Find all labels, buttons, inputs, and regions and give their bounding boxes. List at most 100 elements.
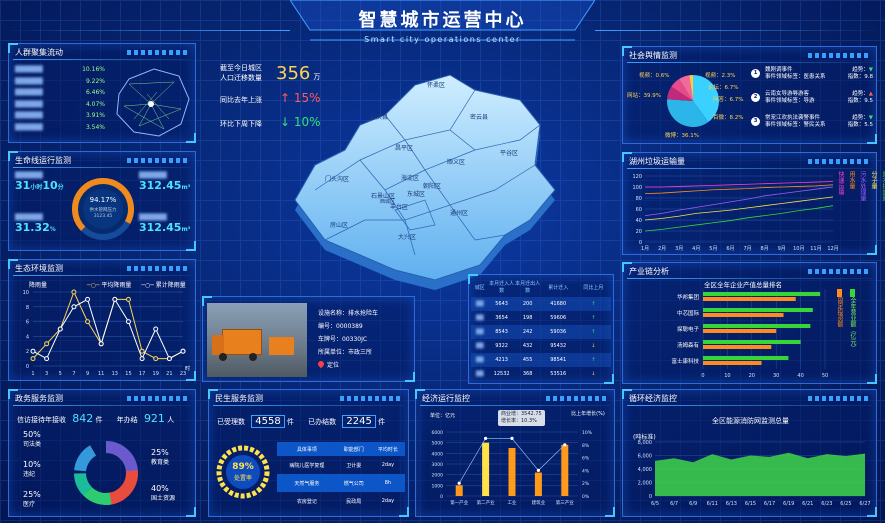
slice-label: 视频： [705, 73, 722, 79]
metric-unit: m³ [181, 226, 191, 233]
header-line-left [0, 30, 290, 31]
x-tick-label: 6/9 [689, 501, 697, 507]
list-item: ██████ 9.22% [15, 78, 105, 90]
location-pin-icon [316, 359, 326, 369]
closed-unit: 件 [378, 418, 386, 426]
list-item: ██████ 10.16% [15, 66, 105, 78]
unit-value: 市政三所 [348, 349, 373, 356]
livelihood-title: 民生服务监测 [215, 394, 263, 403]
district-label: 房山区 [330, 222, 349, 229]
x-tick-label: 6/7 [670, 501, 678, 507]
bar [482, 442, 490, 496]
event-number-badge: 1 [751, 69, 760, 78]
title-underline [13, 275, 191, 276]
opinion-panel: 社会舆情监测 视频：0.6% 视频：2.3% 论坛：6.7% 问答：6.7% 百… [622, 46, 877, 144]
column-header: 本月迁入人数 [489, 281, 515, 294]
legend-item: 用水量 [848, 171, 855, 189]
lifeline-title: 生命线运行监测 [15, 156, 71, 165]
x-tick-label: 1 [31, 371, 34, 377]
waste-legend: 快递运输 用水量 污水处理量 分子量 废水排放量 [836, 171, 885, 251]
slice-label: 网站： [627, 93, 644, 99]
district-label: 朝阳区 [423, 183, 442, 190]
table-cell: 8543 [495, 329, 508, 335]
economy-title: 经济运行监控 [422, 394, 470, 403]
y-tick-label: 汤姆森有 [677, 341, 700, 349]
x-tick-label: 30 [773, 373, 779, 379]
table-row: ██ 4213 455 98541 ↑ [471, 353, 611, 367]
trend-down-icon: ▼ [868, 67, 873, 73]
received-label: 信访接待年接收 [17, 416, 66, 424]
event-score: 指数：9.5 [847, 98, 873, 104]
event-item[interactable]: 3 常宠江欢执法袭警事件 事件领域标签：警民关系 趋势：▼ 指数：5.5 [751, 115, 875, 139]
table-row: ██ 9322 432 95432 ↓ [471, 339, 611, 353]
x-tick-label: 6/15 [745, 501, 756, 507]
y-tick-label: 华邦集团 [677, 293, 700, 301]
metric-value: 312.45 [139, 221, 182, 234]
y-tick-label: 0 [440, 494, 443, 500]
y-tick-label: 20 [636, 229, 642, 235]
crowd-flow-map [116, 68, 190, 137]
series-line [644, 184, 834, 194]
x-tick-label: 9 [86, 371, 89, 377]
y2-tick-label: 6% [582, 456, 590, 462]
table-cell: 368 [522, 371, 533, 377]
data-point [71, 304, 77, 310]
y-tick-label: 120 [632, 174, 642, 180]
y-tick-label: 富士康科技 [671, 357, 699, 365]
economy-panel: 经济运行监控 单位：亿元 比上年增长(%) 商业增：3542.75 增长率：10… [415, 389, 615, 517]
bar-investment [703, 297, 796, 301]
y-tick-label: 60 [636, 207, 642, 213]
column-header: 同比上月 [583, 284, 604, 291]
table-row: ██ 8543 242 59036 ↑ [471, 325, 611, 339]
table-cell: 9322 [495, 343, 508, 349]
y-tick-label: 4,000 [638, 467, 652, 473]
growth-point [563, 443, 567, 447]
list-item: ██████ 6.46% [15, 89, 105, 101]
y-tick-label: 2000 [432, 473, 444, 479]
title-underline [13, 405, 191, 406]
percent: 10.16% [82, 66, 105, 73]
event-item[interactable]: 2 云南女导游辱游客 事件领域标签：导游 趋势：▲ 指数：9.5 [751, 91, 875, 115]
slice-value: 0.6% [655, 73, 670, 79]
metric-unit: 小时 [30, 184, 43, 191]
received-unit: 件 [95, 416, 103, 424]
x-tick-label: 8月 [761, 246, 769, 252]
district-name: ██████ [15, 66, 43, 73]
industry-legend: 固定投资额 全年营业额（亿元） [835, 289, 857, 381]
opinion-title: 社会舆情监测 [629, 51, 677, 60]
bar-revenue [703, 292, 821, 296]
table-cell: 95432 [550, 343, 567, 349]
x-tick-label: 5月 [709, 246, 717, 252]
percent: 6.46% [85, 89, 105, 96]
table-cell: ██ [475, 315, 484, 321]
x-tick-label: 6/19 [783, 501, 794, 507]
seg-weiji: 10% 违纪 [23, 460, 41, 478]
x-tick-label: 0 [701, 373, 704, 379]
mom-label: 环比下周下降 [220, 120, 262, 128]
data-point [98, 341, 104, 347]
table-cell: ██ [475, 371, 484, 377]
event-item[interactable]: 1 魏刚调事件 事件领域标签：医患关系 趋势：▼ 指数：9.8 [751, 67, 875, 91]
table-cell: ██ [475, 301, 484, 307]
code-label: 编号： [318, 323, 337, 330]
x-tick-label: 15 [125, 371, 131, 377]
title-decoration [808, 396, 868, 401]
x-tick-label: 工业 [508, 499, 517, 506]
x-tick-label: 1月 [641, 246, 649, 252]
list-item: ██████ 3.91% [15, 112, 105, 124]
title-underline [627, 62, 872, 63]
legend-item: 快递运输 [837, 171, 844, 195]
seg-label: 违纪 [23, 471, 36, 478]
table-cell: ██ [475, 329, 484, 335]
table-cell: ↑ [591, 301, 596, 307]
locate-button[interactable]: 定位 [316, 359, 378, 372]
table-cell: ██ [475, 357, 484, 363]
percent: 3.91% [85, 112, 105, 119]
bar-investment [703, 361, 762, 365]
plate-value: 00330JC [342, 336, 368, 343]
district-label: 密云县 [470, 114, 489, 121]
column-header: 具体事项 [296, 446, 317, 453]
x-tick-label: 4月 [692, 246, 700, 252]
processed-unit: 件 [286, 418, 294, 426]
migration-table: 城区 本月迁入人数 本月迁出人数 累计迁入 同比上月 ██ 5643 200 4168… [471, 277, 611, 381]
